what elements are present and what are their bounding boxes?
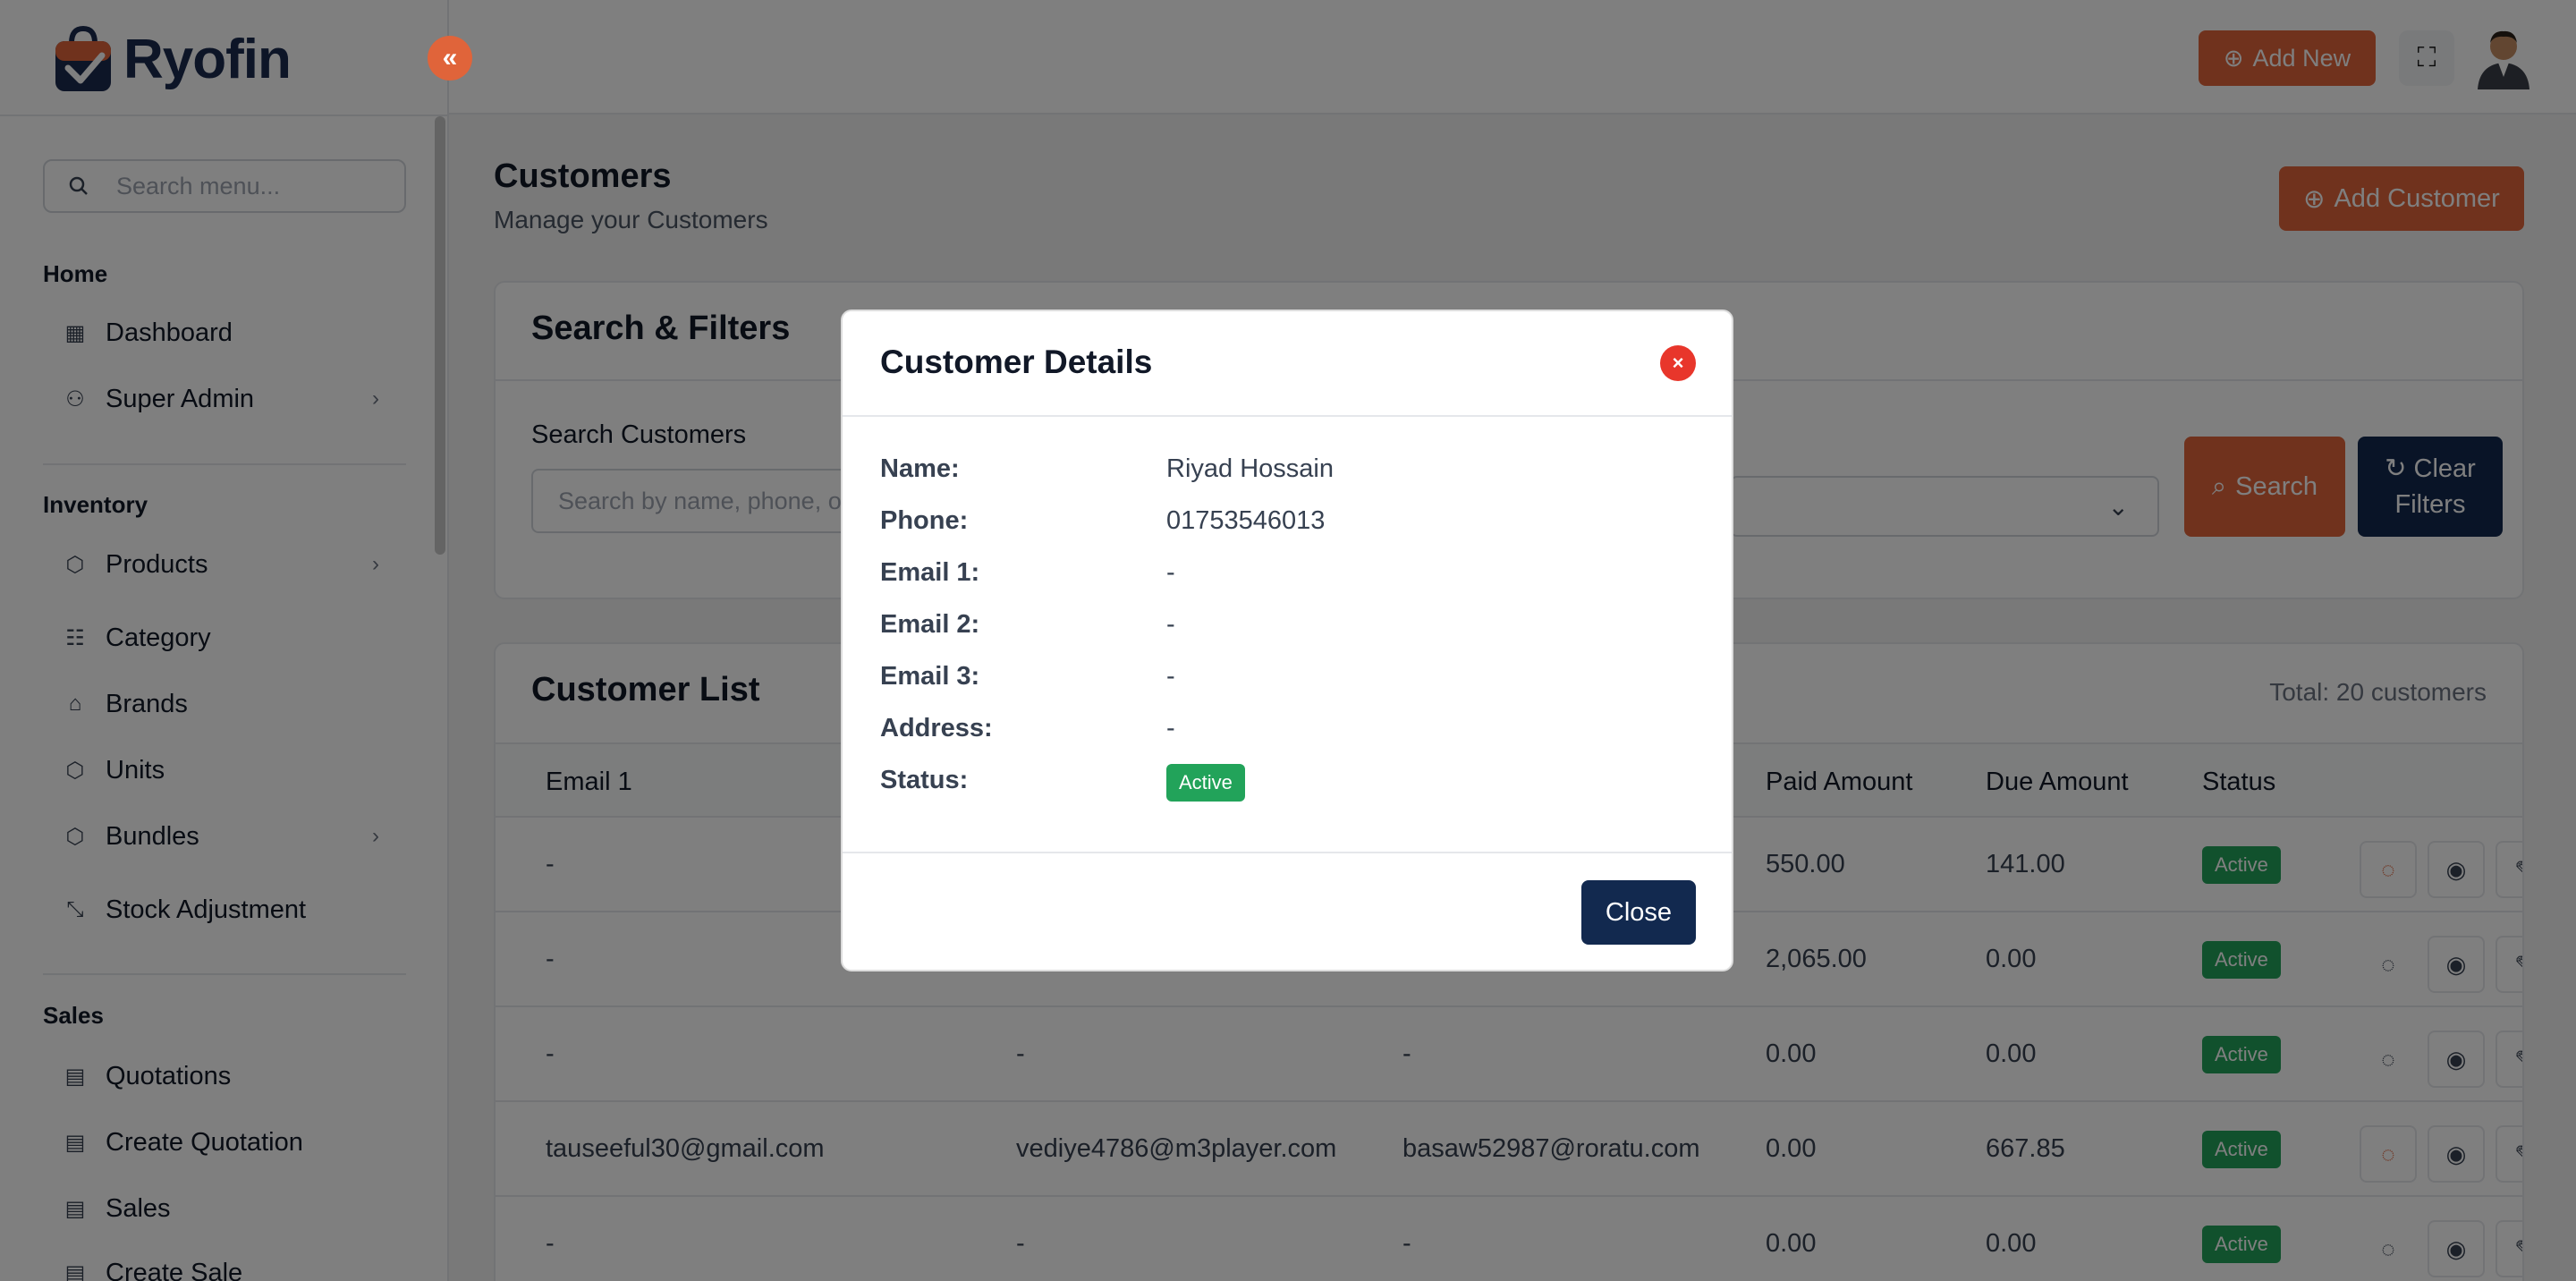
modal-close-button[interactable]: Close [1581, 880, 1696, 945]
detail-value-address: - [1166, 714, 1175, 742]
detail-label-name: Name: [880, 454, 960, 483]
detail-label-email2: Email 2: [880, 610, 980, 639]
detail-value-email3: - [1166, 662, 1175, 691]
detail-label-phone: Phone: [880, 506, 969, 535]
close-icon: × [1672, 352, 1684, 374]
detail-label-address: Address: [880, 714, 993, 742]
double-chevron-left-icon: « [442, 43, 458, 72]
detail-value-name: Riyad Hossain [1166, 454, 1334, 483]
detail-label-email3: Email 3: [880, 662, 980, 691]
detail-label-status: Status: [880, 766, 969, 794]
collapse-sidebar-button[interactable]: « [428, 36, 472, 81]
customer-details-modal: Customer Details × Name: Riyad Hossain P… [841, 310, 1733, 971]
modal-footer-divider [843, 852, 1732, 853]
modal-title: Customer Details [880, 344, 1153, 380]
detail-value-email2: - [1166, 610, 1175, 639]
modal-close-icon-button[interactable]: × [1660, 345, 1696, 381]
detail-value-phone: 01753546013 [1166, 506, 1326, 535]
detail-label-email1: Email 1: [880, 558, 980, 587]
modal-divider [843, 415, 1732, 417]
detail-status-badge: Active [1166, 764, 1245, 802]
detail-value-email1: - [1166, 558, 1175, 587]
